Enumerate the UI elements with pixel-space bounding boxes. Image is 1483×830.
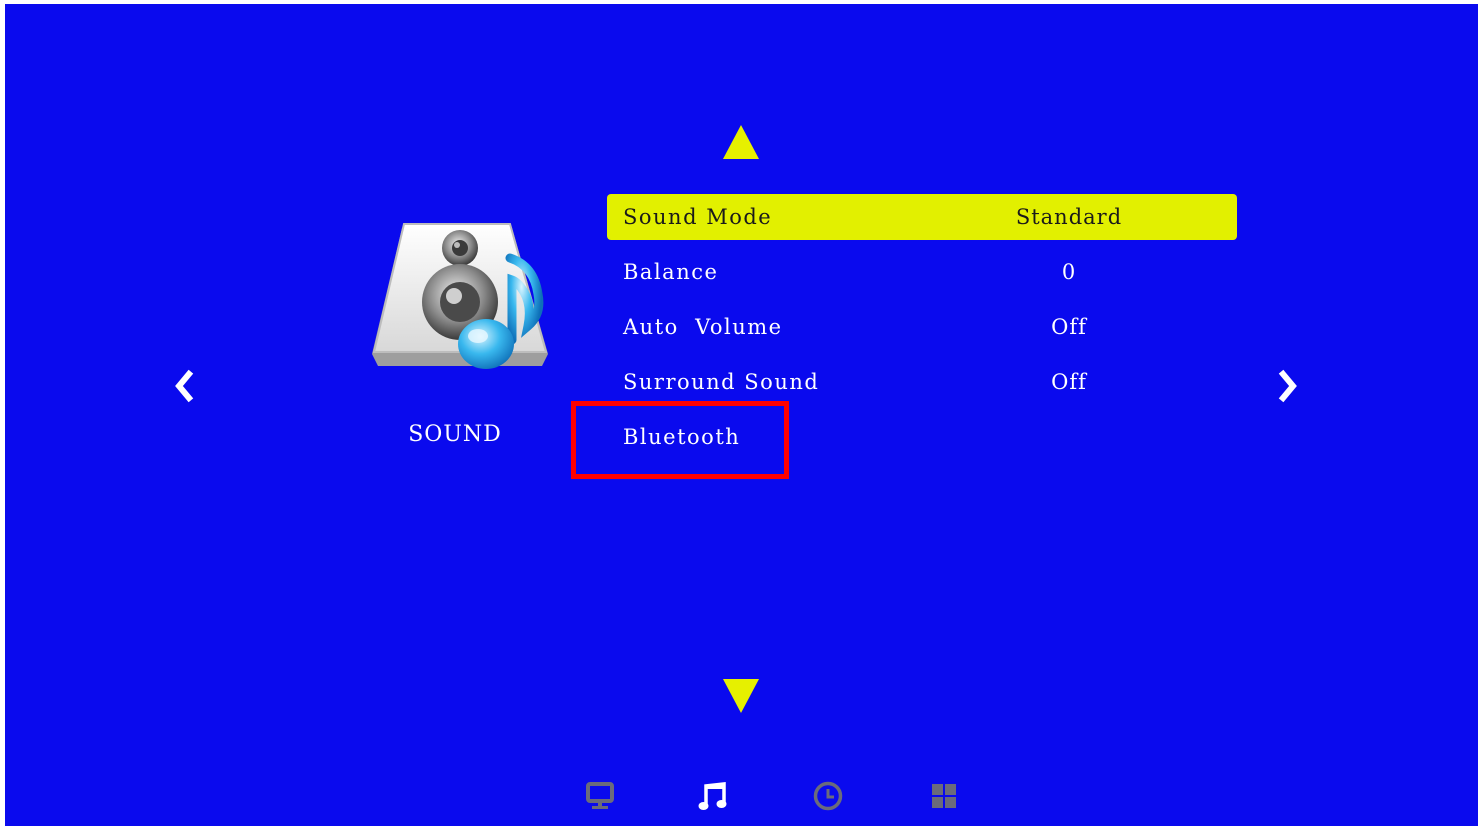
menu-item-balance[interactable]: Balance 0 — [607, 249, 1237, 295]
menu-item-value: Standard — [1015, 205, 1123, 229]
chevron-left-icon[interactable] — [171, 366, 195, 406]
grid-icon[interactable] — [928, 780, 960, 812]
speaker-music-icon — [362, 214, 554, 384]
category-label: SOUND — [408, 422, 502, 447]
arrow-down-icon[interactable] — [723, 679, 759, 713]
menu-item-value: Off — [1051, 315, 1087, 339]
menu-item-label: Auto Volume — [623, 315, 783, 339]
tv-settings-screen: SOUND Sound Mode Standard Balance 0 Auto… — [5, 4, 1478, 826]
menu-item-value: 0 — [1061, 260, 1077, 284]
music-note-icon[interactable] — [697, 780, 729, 812]
menu-item-surround-sound[interactable]: Surround Sound Off — [607, 359, 1237, 405]
menu-item-bluetooth[interactable]: Bluetooth — [607, 414, 1237, 460]
menu-item-sound-mode[interactable]: Sound Mode Standard — [607, 194, 1237, 240]
clock-icon[interactable] — [812, 780, 844, 812]
menu-item-label: Bluetooth — [623, 425, 741, 449]
menu-item-label: Balance — [623, 260, 719, 284]
chevron-right-icon[interactable] — [1277, 366, 1301, 406]
menu-item-label: Sound Mode — [623, 205, 773, 229]
menu-item-auto-volume[interactable]: Auto Volume Off — [607, 304, 1237, 350]
arrow-up-icon[interactable] — [723, 125, 759, 159]
monitor-icon[interactable] — [584, 780, 616, 812]
menu-item-label: Surround Sound — [623, 370, 820, 394]
menu-item-value: Off — [1051, 370, 1087, 394]
